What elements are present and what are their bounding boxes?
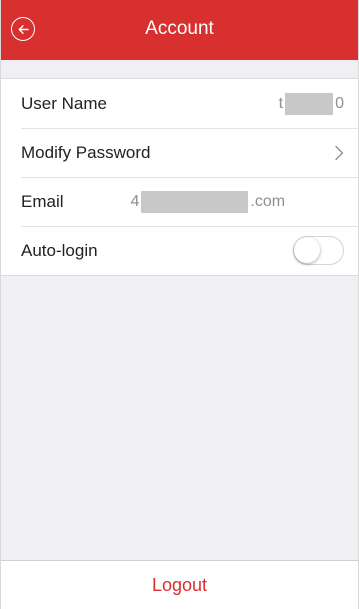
autologin-right: [293, 236, 344, 265]
email-row: Email 4 .com: [1, 177, 358, 226]
back-arrow-icon: [18, 24, 29, 34]
header-bar: Account: [1, 0, 358, 60]
username-value: t 0: [278, 92, 344, 115]
section-spacer: [1, 60, 358, 79]
username-suffix: 0: [335, 94, 344, 112]
modify-password-right: [334, 145, 344, 161]
modify-password-label: Modify Password: [21, 142, 151, 162]
modify-password-row[interactable]: Modify Password: [1, 128, 358, 177]
username-redaction: [285, 92, 334, 115]
username-row: User Name t 0: [1, 79, 358, 128]
back-button[interactable]: [11, 17, 35, 41]
email-prefix: 4: [130, 192, 140, 210]
chevron-right-icon: [335, 145, 344, 160]
autologin-row: Auto-login: [1, 226, 358, 275]
email-value: 4 .com: [130, 190, 286, 213]
autologin-toggle[interactable]: [293, 236, 344, 265]
username-label: User Name: [21, 93, 107, 113]
logout-button[interactable]: Logout: [152, 575, 207, 596]
autologin-label: Auto-login: [21, 240, 98, 260]
account-settings-list: User Name t 0 Modify Password Email 4 .c…: [1, 79, 358, 276]
page-title: Account: [145, 18, 214, 39]
footer-bar: Logout: [1, 560, 358, 609]
account-screen: Account User Name t 0 Modify Password Em…: [0, 0, 359, 609]
email-suffix: .com: [250, 192, 286, 210]
email-redaction: [141, 190, 249, 213]
email-label: Email: [21, 191, 64, 211]
toggle-knob: [294, 237, 320, 263]
username-prefix: t: [278, 94, 284, 112]
